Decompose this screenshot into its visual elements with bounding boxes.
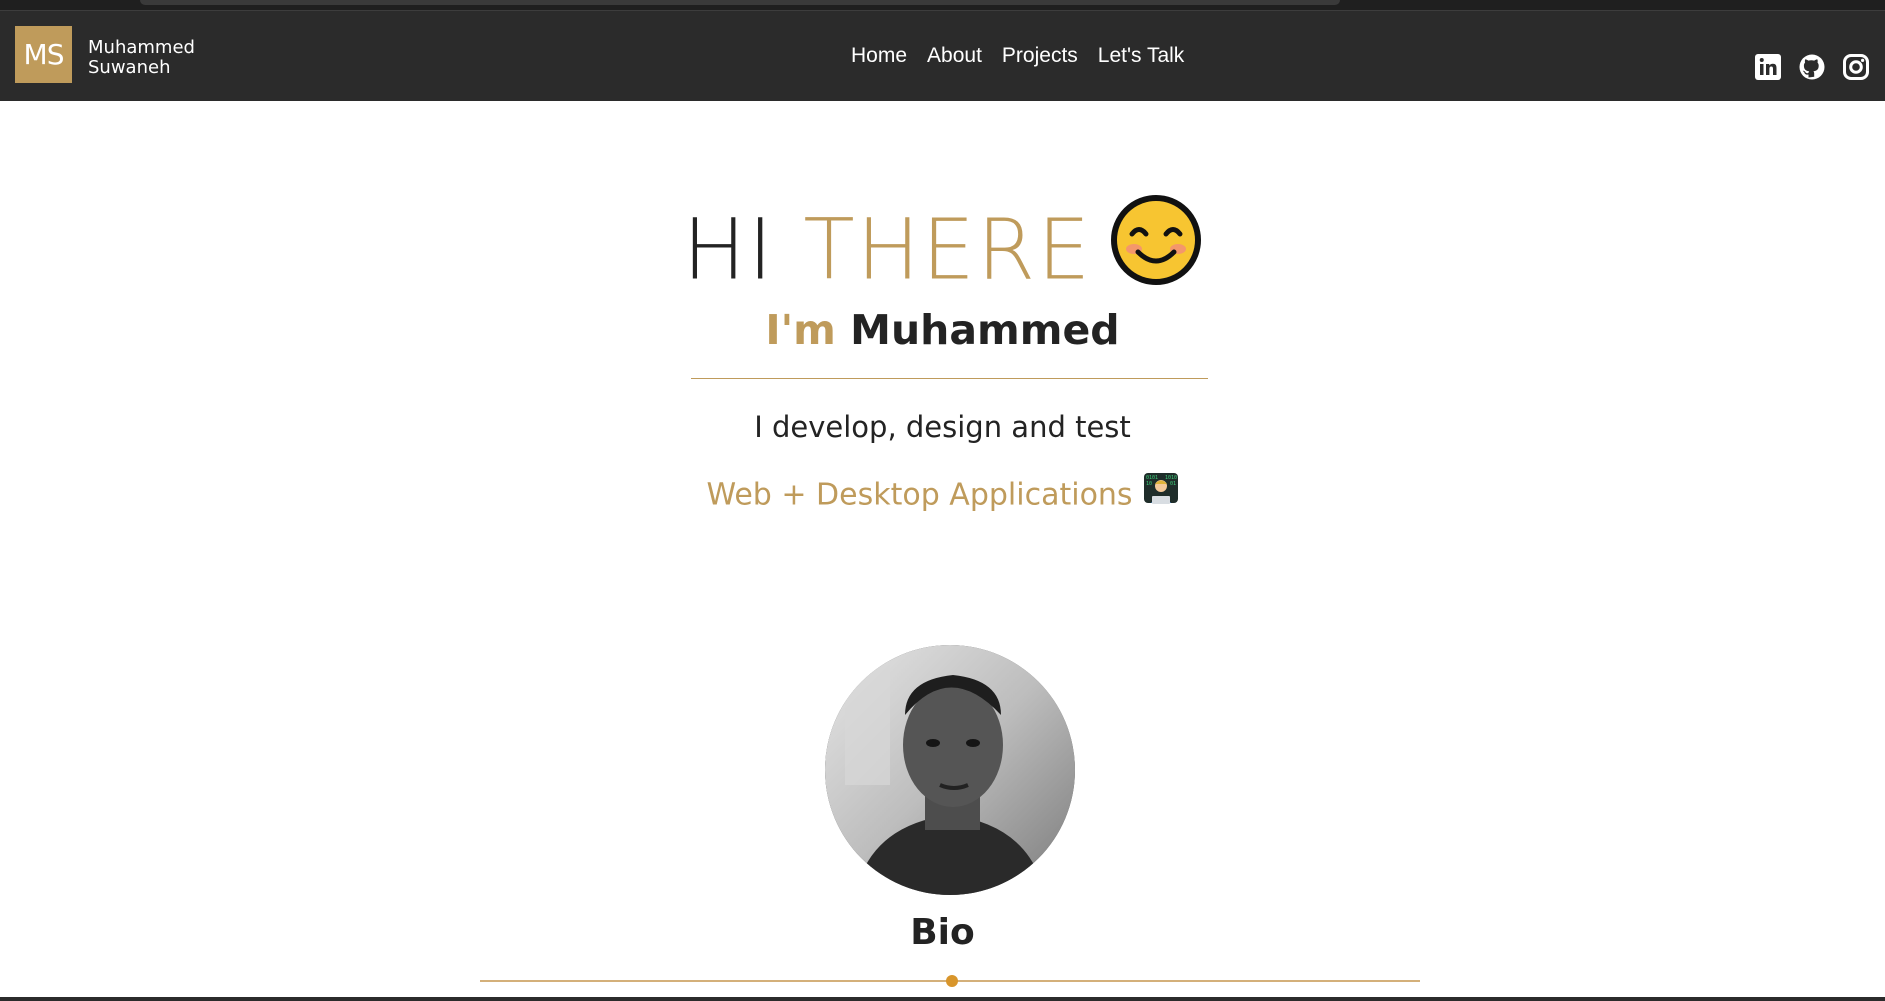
smiling-face-icon <box>1110 194 1202 305</box>
github-icon[interactable] <box>1799 54 1825 80</box>
technologist-icon: 0101 1010 10 01 <box>1143 471 1179 515</box>
hero-intro: I'm Muhammed <box>0 306 1885 354</box>
brand-last-name: Suwaneh <box>88 57 171 78</box>
hero-divider <box>691 378 1208 379</box>
intro-name: Muhammed <box>850 306 1120 354</box>
hero-tagline: I develop, design and test <box>754 410 1131 444</box>
bio-heading: Bio <box>910 912 975 953</box>
hero-greeting: HI THERE <box>0 195 1885 311</box>
nav-projects[interactable]: Projects <box>1002 44 1078 68</box>
tagline-secondary-text: Web + Desktop Applications <box>706 477 1133 513</box>
browser-top-strip <box>0 0 1885 10</box>
logo-text: MS <box>23 38 65 71</box>
instagram-icon[interactable] <box>1843 54 1869 80</box>
nav-about[interactable]: About <box>927 44 982 68</box>
bottom-strip <box>0 997 1885 1001</box>
browser-scroll-bar <box>140 0 1340 5</box>
linkedin-icon[interactable] <box>1755 54 1781 80</box>
profile-photo <box>825 645 1075 895</box>
brand-name[interactable]: Muhammed Suwaneh <box>88 38 195 78</box>
greeting-hi: HI <box>682 200 775 299</box>
bio-timeline-dot <box>946 975 958 987</box>
navbar: MS Muhammed Suwaneh Home About Projects … <box>0 10 1885 101</box>
nav-lets-talk[interactable]: Let's Talk <box>1098 44 1185 68</box>
brand-first-name: Muhammed <box>88 37 195 58</box>
main-nav: Home About Projects Let's Talk <box>851 44 1184 68</box>
logo[interactable]: MS <box>15 26 72 83</box>
svg-text:01: 01 <box>1170 481 1176 487</box>
hero-tagline-secondary: Web + Desktop Applications 0101 1010 10 … <box>0 471 1885 518</box>
svg-text:10: 10 <box>1146 481 1152 487</box>
nav-home[interactable]: Home <box>851 44 907 68</box>
greeting-there: THERE <box>803 200 1093 299</box>
social-links <box>1755 54 1869 80</box>
intro-prefix: I'm <box>765 306 836 354</box>
